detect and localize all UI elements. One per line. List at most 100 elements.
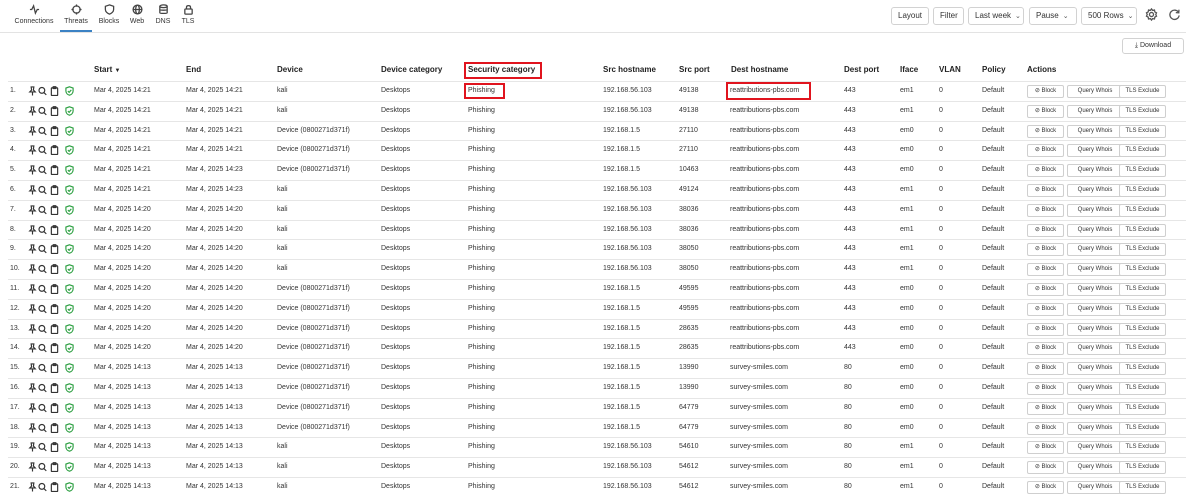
pin-icon[interactable]: [28, 185, 37, 195]
col-iface[interactable]: Iface: [900, 65, 918, 74]
table-row[interactable]: 18. Mar 4, 2025 14:13 Mar 4, 2025 14:13 Dev…: [8, 417, 1186, 438]
layout-button[interactable]: Layout: [891, 7, 929, 25]
clipboard-icon[interactable]: [50, 185, 59, 196]
table-row[interactable]: 8. Mar 4, 2025 14:20 Mar 4, 2025 14:20 kali…: [8, 219, 1186, 240]
query-whois-button[interactable]: Query Whois: [1067, 104, 1123, 118]
pin-icon[interactable]: [28, 264, 37, 274]
shield-check-icon[interactable]: [65, 482, 74, 492]
block-button[interactable]: ⊘ Block: [1027, 283, 1064, 296]
shield-check-icon[interactable]: [65, 204, 74, 215]
block-button[interactable]: ⊘ Block: [1027, 104, 1064, 118]
search-icon[interactable]: [38, 205, 47, 215]
search-icon[interactable]: [38, 423, 47, 433]
query-whois-button[interactable]: Query Whois: [1067, 283, 1123, 296]
tls-exclude-button[interactable]: TLS Exclude: [1119, 124, 1166, 138]
block-button[interactable]: ⊘ Block: [1027, 243, 1064, 257]
block-button[interactable]: ⊘ Block: [1027, 342, 1064, 356]
search-icon[interactable]: [38, 383, 47, 393]
query-whois-button[interactable]: Query Whois: [1067, 481, 1123, 494]
clipboard-icon[interactable]: [50, 462, 59, 473]
tls-exclude-button[interactable]: TLS Exclude: [1119, 223, 1166, 237]
nav-web[interactable]: Web: [128, 4, 146, 32]
search-icon[interactable]: [38, 185, 47, 195]
table-row[interactable]: 1. Mar 4, 2025 14:21 Mar 4, 2025 14:21 kali…: [8, 81, 1186, 101]
col-dest-port[interactable]: Dest port: [844, 65, 879, 74]
tls-exclude-button[interactable]: TLS Exclude: [1119, 322, 1166, 336]
clipboard-icon[interactable]: [50, 125, 59, 136]
tls-exclude-button[interactable]: TLS Exclude: [1119, 382, 1166, 395]
nav-dns[interactable]: DNS: [153, 4, 173, 32]
tls-exclude-button[interactable]: TLS Exclude: [1119, 243, 1166, 257]
pin-icon[interactable]: [28, 363, 37, 373]
nav-blocks[interactable]: Blocks: [97, 4, 121, 32]
tls-exclude-button[interactable]: TLS Exclude: [1119, 144, 1166, 158]
clipboard-icon[interactable]: [50, 145, 59, 156]
rows-dropdown[interactable]: 500 Rows ⌄: [1081, 7, 1137, 25]
block-button[interactable]: ⊘ Block: [1027, 85, 1064, 98]
pin-icon[interactable]: [28, 462, 37, 472]
shield-check-icon[interactable]: [65, 363, 74, 374]
col-src-port[interactable]: Src port: [679, 65, 710, 74]
tls-exclude-button[interactable]: TLS Exclude: [1119, 421, 1166, 435]
search-icon[interactable]: [38, 363, 47, 373]
pause-dropdown[interactable]: Pause ⌄: [1029, 7, 1077, 25]
search-icon[interactable]: [38, 442, 47, 452]
table-row[interactable]: 11. Mar 4, 2025 14:20 Mar 4, 2025 14:20 Dev…: [8, 279, 1186, 299]
shield-check-icon[interactable]: [65, 442, 74, 453]
query-whois-button[interactable]: Query Whois: [1067, 124, 1123, 138]
table-row[interactable]: 12. Mar 4, 2025 14:20 Mar 4, 2025 14:20 Dev…: [8, 298, 1186, 319]
clipboard-icon[interactable]: [50, 383, 59, 394]
table-row[interactable]: 2. Mar 4, 2025 14:21 Mar 4, 2025 14:21 kali…: [8, 100, 1186, 121]
col-device-category[interactable]: Device category: [381, 65, 442, 74]
pin-icon[interactable]: [28, 284, 37, 294]
shield-check-icon[interactable]: [65, 422, 74, 433]
shield-check-icon[interactable]: [65, 402, 74, 413]
table-row[interactable]: 6. Mar 4, 2025 14:21 Mar 4, 2025 14:23 kali…: [8, 180, 1186, 200]
clipboard-icon[interactable]: [50, 363, 59, 374]
query-whois-button[interactable]: Query Whois: [1067, 85, 1123, 98]
block-button[interactable]: ⊘ Block: [1027, 461, 1064, 475]
block-button[interactable]: ⊘ Block: [1027, 362, 1064, 376]
clipboard-icon[interactable]: [50, 482, 59, 493]
tls-exclude-button[interactable]: TLS Exclude: [1119, 401, 1166, 415]
query-whois-button[interactable]: Query Whois: [1067, 401, 1123, 415]
filter-button[interactable]: Filter: [933, 7, 964, 25]
table-row[interactable]: 17. Mar 4, 2025 14:13 Mar 4, 2025 14:13 Dev…: [8, 397, 1186, 418]
pin-icon[interactable]: [28, 304, 37, 314]
pin-icon[interactable]: [28, 205, 37, 215]
query-whois-button[interactable]: Query Whois: [1067, 382, 1123, 395]
search-icon[interactable]: [38, 126, 47, 136]
tls-exclude-button[interactable]: TLS Exclude: [1119, 342, 1166, 356]
shield-check-icon[interactable]: [65, 343, 74, 354]
table-row[interactable]: 13. Mar 4, 2025 14:20 Mar 4, 2025 14:20 Dev…: [8, 318, 1186, 339]
search-icon[interactable]: [38, 482, 47, 492]
pin-icon[interactable]: [28, 145, 37, 155]
shield-check-icon[interactable]: [65, 145, 74, 156]
search-icon[interactable]: [38, 304, 47, 314]
pin-icon[interactable]: [28, 323, 37, 334]
table-row[interactable]: 10. Mar 4, 2025 14:20 Mar 4, 2025 14:20 kal…: [8, 259, 1186, 279]
pin-icon[interactable]: [28, 244, 37, 254]
table-row[interactable]: 7. Mar 4, 2025 14:20 Mar 4, 2025 14:20 kali…: [8, 199, 1186, 220]
block-button[interactable]: ⊘ Block: [1027, 382, 1064, 395]
tls-exclude-button[interactable]: TLS Exclude: [1119, 283, 1166, 296]
pin-icon[interactable]: [28, 422, 37, 433]
col-dest-hostname[interactable]: Dest hostname: [731, 65, 788, 74]
clipboard-icon[interactable]: [50, 343, 59, 354]
clipboard-icon[interactable]: [50, 165, 59, 176]
table-row[interactable]: 15. Mar 4, 2025 14:13 Mar 4, 2025 14:13 Dev…: [8, 358, 1186, 378]
shield-check-icon[interactable]: [65, 462, 74, 473]
shield-check-icon[interactable]: [65, 185, 74, 195]
tls-exclude-button[interactable]: TLS Exclude: [1119, 184, 1166, 197]
table-row[interactable]: 16. Mar 4, 2025 14:13 Mar 4, 2025 14:13 Dev…: [8, 378, 1186, 398]
block-button[interactable]: ⊘ Block: [1027, 481, 1064, 494]
search-icon[interactable]: [38, 403, 47, 413]
shield-check-icon[interactable]: [65, 105, 74, 116]
search-icon[interactable]: [38, 106, 47, 116]
query-whois-button[interactable]: Query Whois: [1067, 144, 1123, 158]
nav-threats[interactable]: Threats: [60, 4, 92, 32]
clipboard-icon[interactable]: [50, 442, 59, 453]
pin-icon[interactable]: [28, 383, 37, 393]
query-whois-button[interactable]: Query Whois: [1067, 342, 1123, 356]
pin-icon[interactable]: [28, 125, 37, 136]
